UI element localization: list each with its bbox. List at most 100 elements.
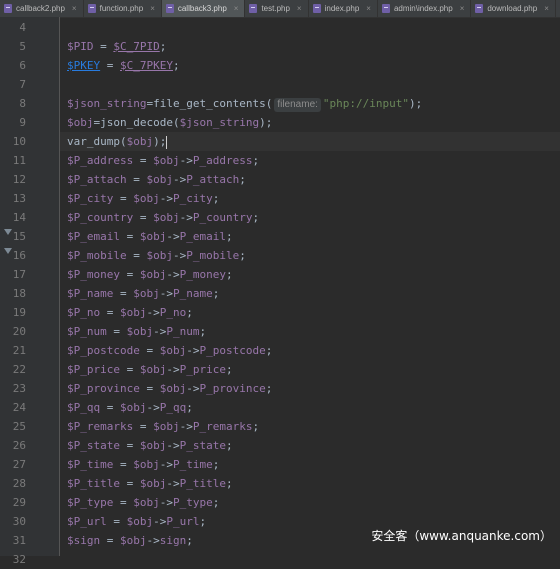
operator: = xyxy=(113,287,134,300)
operator: = xyxy=(133,211,154,224)
line-number: 28 xyxy=(12,477,26,490)
arrow-operator: -> xyxy=(179,154,193,167)
code-text: $PID = $C_7PID; xyxy=(67,37,166,56)
variable: $json_string xyxy=(179,116,260,129)
variable: $obj xyxy=(120,534,147,547)
operator: = xyxy=(106,325,127,338)
code-text: $P_price = $obj->P_price; xyxy=(67,360,233,379)
line-number: 25 xyxy=(12,420,26,433)
code-text: $P_mobile = $obj->P_mobile; xyxy=(67,246,246,265)
fold-arrow-icon[interactable] xyxy=(4,248,12,254)
operator: = xyxy=(113,458,134,471)
code-text: $P_city = $obj->P_city; xyxy=(67,189,219,208)
close-icon[interactable]: × xyxy=(544,4,549,13)
semicolon: ; xyxy=(252,154,260,167)
tab-function[interactable]: function.php × xyxy=(84,0,162,17)
semicolon: ; xyxy=(252,211,260,224)
property-name: P_qq xyxy=(159,401,187,414)
property-name: sign xyxy=(159,534,187,547)
code-text: $P_country = $obj->P_country; xyxy=(67,208,259,227)
line-number: 23 xyxy=(12,382,26,395)
variable: $P_country xyxy=(67,211,134,224)
semicolon: ; xyxy=(212,458,220,471)
line-number: 30 xyxy=(12,515,26,528)
variable: $obj xyxy=(159,382,187,395)
property-name: P_no xyxy=(159,306,187,319)
fold-arrow-icon[interactable] xyxy=(4,229,12,235)
variable: $P_num xyxy=(67,325,107,338)
code-line: 8 $json_string=file_get_contents(filenam… xyxy=(0,94,560,113)
operator: = xyxy=(126,173,147,186)
arrow-operator: -> xyxy=(172,173,187,186)
line-number: 9 xyxy=(19,116,26,129)
close-icon[interactable]: × xyxy=(460,4,465,13)
line-number: 13 xyxy=(12,192,26,205)
close-icon[interactable]: × xyxy=(72,4,77,13)
code-line: 28 $P_title = $obj->P_title; xyxy=(0,474,560,493)
tab-callback3[interactable]: callback3.php × xyxy=(161,0,246,17)
code-line: 29 $P_type = $obj->P_type; xyxy=(0,493,560,512)
function-name: file_get_contents xyxy=(153,97,266,110)
arrow-operator: -> xyxy=(172,249,187,262)
php-file-icon xyxy=(4,4,12,13)
code-text: $P_url = $obj->P_url; xyxy=(67,512,206,531)
code-text: $P_time = $obj->P_time; xyxy=(67,455,219,474)
string-literal: "php://input" xyxy=(322,97,409,110)
variable: $P_price xyxy=(67,363,120,376)
operator: = xyxy=(126,249,147,262)
operator: = xyxy=(93,40,114,53)
variable: $P_email xyxy=(67,230,120,243)
tab-admin-index[interactable]: admin\index.php × xyxy=(378,0,472,17)
property-name: P_country xyxy=(192,211,253,224)
tab-callback2[interactable]: callback2.php × xyxy=(0,0,84,17)
property-name: P_url xyxy=(166,515,200,528)
semicolon: ; xyxy=(265,382,273,395)
php-file-icon xyxy=(165,4,174,13)
paren: ( xyxy=(265,97,273,110)
variable: $obj xyxy=(146,173,173,186)
semicolon: ; xyxy=(212,192,220,205)
variable: $C_7PKEY xyxy=(120,59,173,72)
arrow-operator: -> xyxy=(159,287,173,300)
tab-index[interactable]: index.php × xyxy=(309,0,378,17)
php-file-icon xyxy=(87,4,96,13)
semicolon: ; xyxy=(212,496,220,509)
variable: $obj xyxy=(133,458,160,471)
watermark: 安全客（www.anquanke.com） xyxy=(371,529,552,543)
line-number: 14 xyxy=(12,211,26,224)
semicolon: ; xyxy=(159,40,167,53)
variable: $obj xyxy=(153,420,180,433)
code-line: 24 $P_qq = $obj->P_qq; xyxy=(0,398,560,417)
code-text: $PKEY = $C_7PKEY; xyxy=(67,56,180,75)
code-line: 12 $P_attach = $obj->P_attach; xyxy=(0,170,560,189)
tab-test[interactable]: test.php × xyxy=(245,0,309,17)
line-number: 32 xyxy=(12,553,26,566)
property-name: P_mobile xyxy=(186,249,240,262)
line-number: 5 xyxy=(19,40,26,53)
line-number: 22 xyxy=(12,363,26,376)
close-icon[interactable]: × xyxy=(234,4,239,13)
close-icon[interactable]: × xyxy=(150,4,155,13)
code-line: 23 $P_province = $obj->P_province; xyxy=(0,379,560,398)
php-file-icon xyxy=(381,4,390,13)
variable: $obj xyxy=(126,515,154,528)
line-number: 11 xyxy=(12,154,26,167)
semicolon: ; xyxy=(252,420,260,433)
variable: $P_attach xyxy=(67,173,127,186)
paren: ); xyxy=(409,97,423,110)
editor-tab-bar: callback2.php × function.php × callback3… xyxy=(0,0,560,18)
code-text: $P_state = $obj->P_state; xyxy=(67,436,233,455)
line-number: 19 xyxy=(12,306,26,319)
operator: = xyxy=(119,230,140,243)
line-number: 4 xyxy=(19,21,26,34)
close-icon[interactable]: × xyxy=(366,4,371,13)
arrow-operator: -> xyxy=(153,515,167,528)
tab-download[interactable]: download.php × xyxy=(471,0,556,17)
code-text: $P_postcode = $obj->P_postcode; xyxy=(67,341,272,360)
code-line: 14 $P_country = $obj->P_country; xyxy=(0,208,560,227)
semicolon: ; xyxy=(225,477,233,490)
operator: = xyxy=(139,382,160,395)
close-icon[interactable]: × xyxy=(297,4,302,13)
line-number: 18 xyxy=(12,287,26,300)
operator: = xyxy=(113,192,134,205)
